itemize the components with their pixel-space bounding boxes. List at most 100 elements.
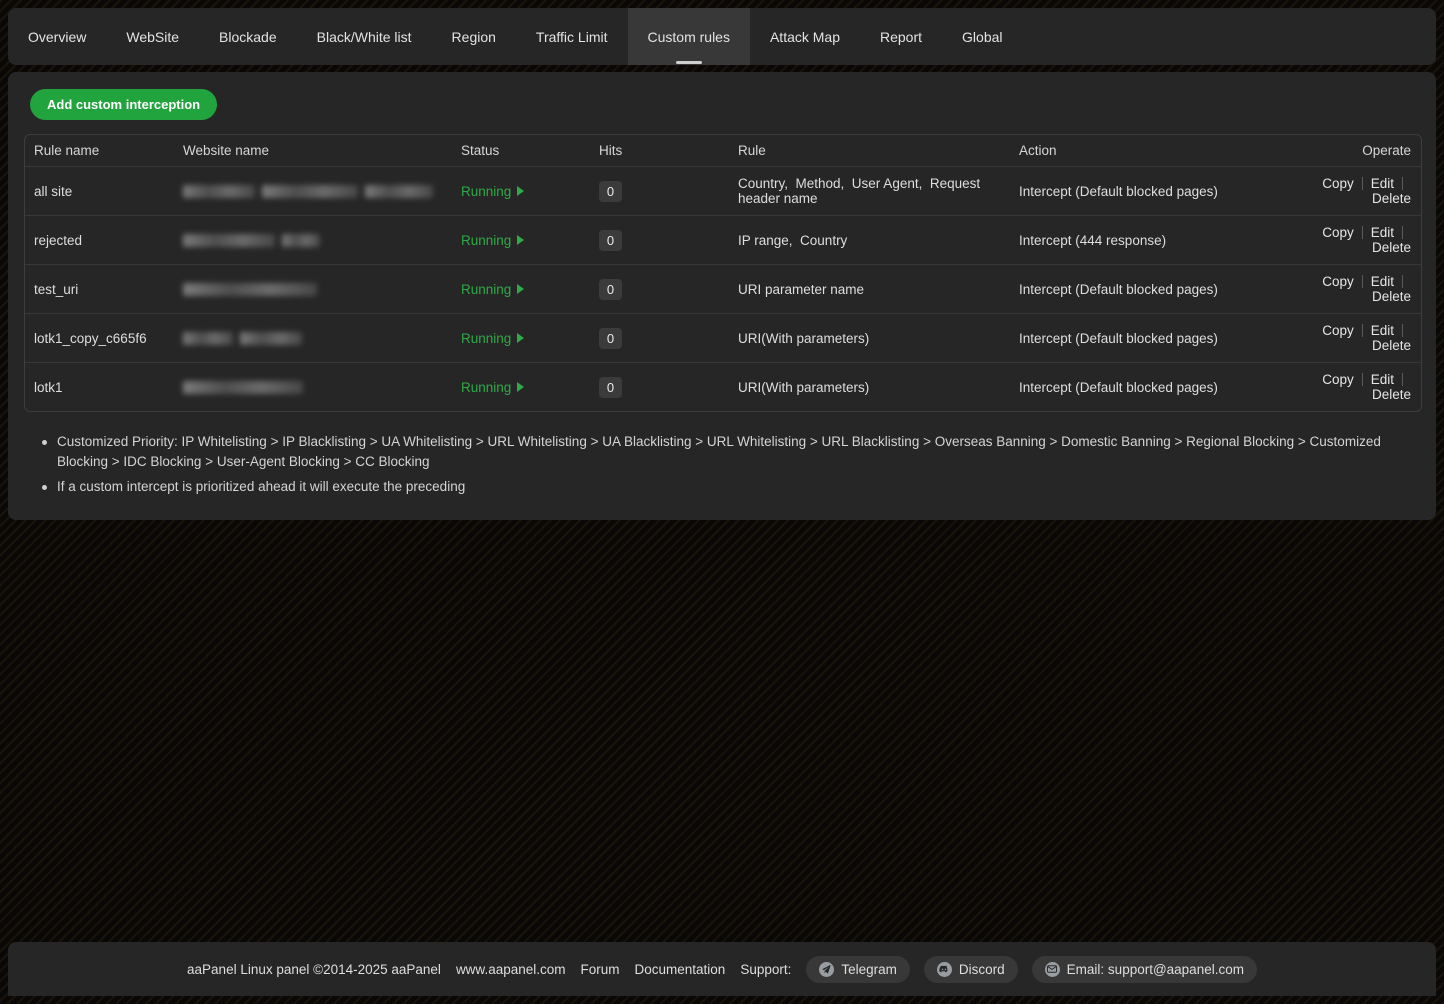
table-row: test_uri Running 0 URI parameter name In… (25, 264, 1421, 313)
email-icon (1045, 962, 1060, 977)
operate-cell: Copy EditDelete (1301, 313, 1421, 362)
website-name-redacted (183, 185, 441, 198)
delete-link[interactable]: Delete (1372, 191, 1411, 206)
support-label: Support: (740, 962, 791, 977)
hits-badge: 0 (599, 230, 622, 251)
play-icon (517, 235, 524, 245)
delete-link[interactable]: Delete (1372, 240, 1411, 255)
hits-cell: 0 (589, 215, 728, 264)
add-custom-interception-button[interactable]: Add custom interception (30, 89, 217, 120)
email-support-aapanel-com-button[interactable]: Email: support@aapanel.com (1032, 956, 1257, 983)
website-link[interactable]: www.aapanel.com (456, 962, 566, 977)
copy-link[interactable]: Copy (1322, 372, 1354, 387)
action-cell: Intercept (Default blocked pages) (1009, 313, 1301, 362)
notes-list: Customized Priority: IP Whitelisting > I… (42, 432, 1420, 497)
play-icon (517, 186, 524, 196)
telegram-button[interactable]: Telegram (806, 956, 910, 983)
operation-separator (1402, 226, 1403, 239)
forum-link[interactable]: Forum (581, 962, 620, 977)
operation-separator (1362, 177, 1363, 190)
table-row: lotk1_copy_c665f6 Running 0 URI(With par… (25, 313, 1421, 362)
operation-separator (1402, 373, 1403, 386)
hits-cell: 0 (589, 166, 728, 215)
tab-blockade[interactable]: Blockade (199, 8, 297, 65)
operate-cell: Copy EditDelete (1301, 166, 1421, 215)
copyright-text: aaPanel Linux panel ©2014-2025 aaPanel (187, 962, 441, 977)
rule-name-cell: all site (25, 166, 173, 215)
discord-button[interactable]: Discord (924, 956, 1018, 983)
note-item: Customized Priority: IP Whitelisting > I… (42, 432, 1402, 472)
play-icon (517, 382, 524, 392)
website-name-redacted (183, 332, 441, 345)
tab-region[interactable]: Region (432, 8, 516, 65)
footer: aaPanel Linux panel ©2014-2025 aaPanel w… (8, 942, 1436, 996)
hits-cell: 0 (589, 264, 728, 313)
hits-badge: 0 (599, 328, 622, 349)
bullet-icon (42, 485, 47, 490)
tab-website[interactable]: WebSite (106, 8, 199, 65)
status-running-toggle[interactable]: Running (461, 233, 524, 248)
main-panel: Add custom interception Rule nameWebsite… (8, 72, 1436, 520)
status-running-toggle[interactable]: Running (461, 380, 524, 395)
status-cell: Running (451, 362, 589, 411)
operation-separator (1362, 275, 1363, 288)
action-cell: Intercept (Default blocked pages) (1009, 362, 1301, 411)
operation-separator (1362, 226, 1363, 239)
status-running-toggle[interactable]: Running (461, 184, 524, 199)
website-name-redacted (183, 283, 441, 296)
rule-cell: URI(With parameters) (728, 313, 1009, 362)
rule-cell: URI(With parameters) (728, 362, 1009, 411)
delete-link[interactable]: Delete (1372, 387, 1411, 402)
column-header-website-name: Website name (173, 135, 451, 166)
operation-separator (1402, 275, 1403, 288)
operation-separator (1362, 373, 1363, 386)
website-name-cell (173, 264, 451, 313)
play-icon (517, 284, 524, 294)
operation-separator (1402, 177, 1403, 190)
website-name-cell (173, 215, 451, 264)
rule-name-cell: lotk1 (25, 362, 173, 411)
tab-black-white-list[interactable]: Black/White list (297, 8, 432, 65)
website-name-redacted (183, 234, 441, 247)
delete-link[interactable]: Delete (1372, 289, 1411, 304)
website-name-cell (173, 313, 451, 362)
edit-link[interactable]: Edit (1371, 274, 1394, 289)
tab-custom-rules[interactable]: Custom rules (628, 8, 750, 65)
edit-link[interactable]: Edit (1371, 225, 1394, 240)
table-row: rejected Running 0 IP range, Country Int… (25, 215, 1421, 264)
copy-link[interactable]: Copy (1322, 274, 1354, 289)
hits-badge: 0 (599, 377, 622, 398)
copy-link[interactable]: Copy (1322, 225, 1354, 240)
hits-badge: 0 (599, 181, 622, 202)
tab-global[interactable]: Global (942, 8, 1022, 65)
table-row: all site Running 0 Country, Method, User… (25, 166, 1421, 215)
tab-report[interactable]: Report (860, 8, 942, 65)
edit-link[interactable]: Edit (1371, 176, 1394, 191)
delete-link[interactable]: Delete (1372, 338, 1411, 353)
operate-cell: Copy EditDelete (1301, 362, 1421, 411)
website-name-redacted (183, 381, 441, 394)
tab-traffic-limit[interactable]: Traffic Limit (516, 8, 628, 65)
column-header-operate: Operate (1301, 135, 1421, 166)
custom-rules-table: Rule nameWebsite nameStatusHitsRuleActio… (24, 134, 1422, 412)
tab-attack-map[interactable]: Attack Map (750, 8, 860, 65)
copy-link[interactable]: Copy (1322, 176, 1354, 191)
rule-cell: IP range, Country (728, 215, 1009, 264)
operation-separator (1362, 324, 1363, 337)
hits-cell: 0 (589, 313, 728, 362)
documentation-link[interactable]: Documentation (635, 962, 726, 977)
play-icon (517, 333, 524, 343)
action-cell: Intercept (Default blocked pages) (1009, 166, 1301, 215)
status-running-toggle[interactable]: Running (461, 282, 524, 297)
edit-link[interactable]: Edit (1371, 323, 1394, 338)
copy-link[interactable]: Copy (1322, 323, 1354, 338)
action-cell: Intercept (444 response) (1009, 215, 1301, 264)
telegram-icon (819, 962, 834, 977)
tab-overview[interactable]: Overview (8, 8, 106, 65)
edit-link[interactable]: Edit (1371, 372, 1394, 387)
rule-name-cell: rejected (25, 215, 173, 264)
status-cell: Running (451, 166, 589, 215)
hits-badge: 0 (599, 279, 622, 300)
note-item: If a custom intercept is prioritized ahe… (42, 477, 1402, 497)
status-running-toggle[interactable]: Running (461, 331, 524, 346)
